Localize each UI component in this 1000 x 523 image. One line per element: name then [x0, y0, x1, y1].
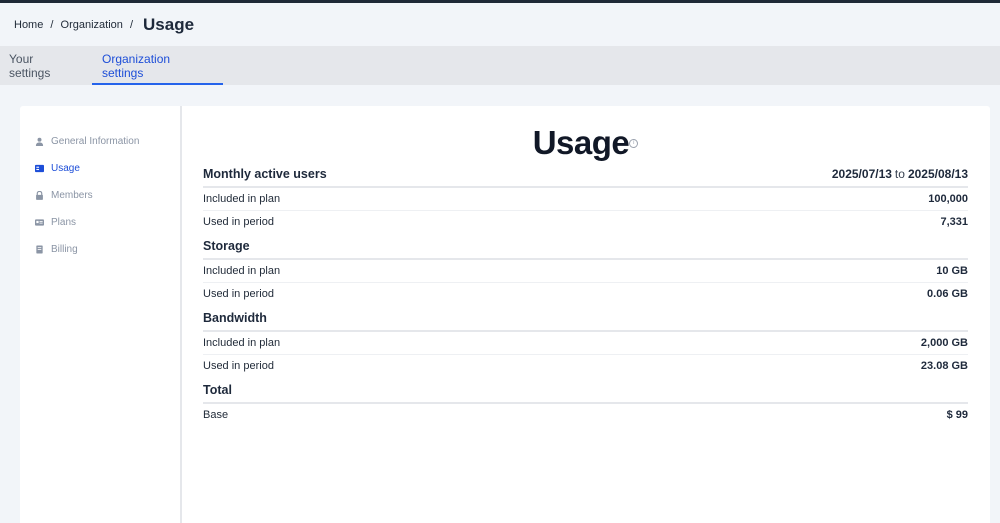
row-value: 100,000 [928, 193, 968, 205]
breadcrumb-separator: / [129, 18, 134, 31]
settings-card: General Information Usage Members Plans … [20, 106, 990, 523]
storage-section: Storage Included in plan 10 GB Used in p… [203, 232, 968, 304]
section-title: Storage [203, 239, 250, 253]
lock-icon [35, 191, 44, 200]
usage-row: Included in plan 100,000 [203, 188, 968, 210]
period-separator: to [894, 167, 905, 181]
usage-row: Used in period 0.06 GB [203, 282, 968, 304]
section-header: Bandwidth [203, 304, 968, 332]
usage-heading: Usage i [203, 124, 968, 164]
row-label: Included in plan [203, 193, 281, 205]
sidebar-item-label: Members [51, 190, 93, 201]
period-end: 2025/08/13 [907, 167, 968, 181]
breadcrumb-separator: / [50, 18, 54, 31]
usage-panel: Usage i Monthly active users 2025/07/13 to… [182, 106, 990, 523]
billing-period: 2025/07/13 to 2025/08/13 [832, 167, 968, 181]
sidebar-item-members[interactable]: Members [20, 182, 180, 209]
row-label: Included in plan [203, 337, 281, 349]
total-section: Total Base $ 99 [203, 376, 968, 426]
row-value: 23.08 GB [920, 359, 968, 372]
sidebar-item-general-information[interactable]: General Information [20, 128, 180, 155]
usage-row: Used in period 7,331 [203, 210, 968, 232]
section-title: Monthly active users [203, 167, 327, 181]
receipt-icon [35, 245, 44, 254]
period-start: 2025/07/13 [831, 167, 892, 181]
usage-title: Usage [532, 124, 630, 161]
tab-your-settings[interactable]: Your settings [0, 46, 86, 85]
settings-sidebar: General Information Usage Members Plans … [20, 106, 182, 523]
row-value: 7,331 [940, 215, 968, 228]
section-header: Monthly active users 2025/07/13 to 2025/08… [203, 164, 968, 188]
section-header: Total [203, 376, 968, 404]
usage-row: Included in plan 10 GB [203, 260, 968, 282]
row-value: $ 99 [946, 409, 968, 421]
user-icon [35, 137, 44, 146]
sidebar-item-label: Usage [51, 163, 80, 174]
settings-tabs: Your settings Organization settings [0, 46, 1000, 85]
sidebar-item-label: Plans [51, 217, 77, 228]
info-icon[interactable]: i [629, 139, 639, 148]
row-label: Included in plan [203, 265, 281, 277]
row-label: Used in period [203, 215, 274, 228]
sidebar-item-plans[interactable]: Plans [20, 209, 180, 236]
bandwidth-section: Bandwidth Included in plan 2,000 GB Used… [203, 304, 968, 376]
monthly-active-users-section: Monthly active users 2025/07/13 to 2025/08… [203, 164, 968, 232]
sidebar-item-usage[interactable]: Usage [20, 155, 180, 182]
section-header: Storage [203, 232, 968, 260]
row-value: 10 GB [936, 265, 968, 277]
card-icon [35, 218, 44, 227]
page-title: Usage [143, 14, 195, 34]
sidebar-item-billing[interactable]: Billing [20, 236, 180, 263]
section-title: Bandwidth [203, 311, 267, 325]
section-title: Total [203, 383, 232, 397]
row-value: 0.06 GB [927, 287, 968, 300]
row-label: Used in period [203, 359, 274, 372]
usage-row: Base $ 99 [203, 404, 968, 426]
breadcrumb-organization-link[interactable]: Organization [61, 19, 123, 31]
usage-row: Included in plan 2,000 GB [203, 332, 968, 354]
row-label: Used in period [203, 287, 274, 300]
id-card-icon [35, 164, 44, 173]
breadcrumb-home-link[interactable]: Home [14, 19, 43, 31]
sidebar-item-label: Billing [51, 244, 78, 255]
tab-organization-settings[interactable]: Organization settings [92, 46, 223, 85]
row-label: Base [203, 409, 229, 421]
breadcrumb: Home / Organization / [14, 19, 137, 31]
page-header: Home / Organization / Usage [0, 3, 1000, 46]
sidebar-item-label: General Information [51, 136, 140, 147]
usage-row: Used in period 23.08 GB [203, 354, 968, 376]
row-value: 2,000 GB [920, 337, 968, 349]
